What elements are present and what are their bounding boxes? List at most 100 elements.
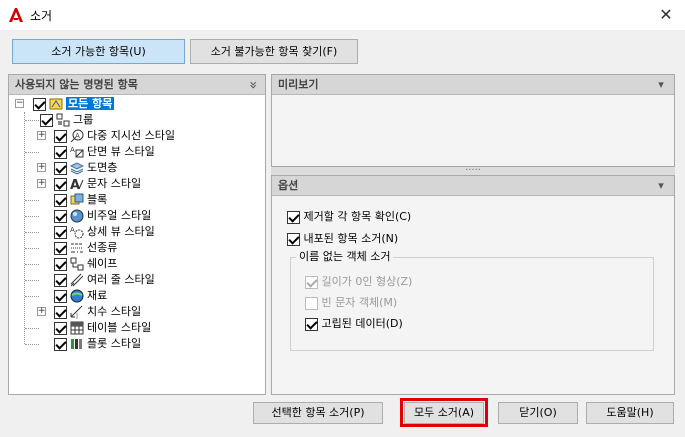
tree-item-label: 선종류 — [87, 241, 118, 254]
tree-item-label: 단면 뷰 스타일 — [87, 145, 155, 158]
expand-icon[interactable]: + — [37, 131, 46, 140]
checkbox[interactable] — [54, 273, 67, 287]
tree-guide-line — [25, 344, 39, 345]
tree-item[interactable]: 그룹 — [40, 112, 93, 128]
options-dropdown-icon[interactable]: ▾ — [654, 177, 668, 195]
confirm-each-label: 제거할 각 항목 확인(C) — [303, 210, 412, 223]
section-view-icon: A — [70, 146, 84, 158]
checkbox[interactable] — [54, 193, 67, 207]
checkbox[interactable] — [54, 305, 67, 319]
tree-item[interactable]: 선종류 — [54, 240, 117, 256]
group-icon — [56, 113, 70, 127]
purge-nested-checkbox[interactable] — [287, 232, 300, 246]
tab-purgeable-items[interactable]: 소거 가능한 항목(U) — [12, 39, 185, 64]
tree-item[interactable]: 재료 — [54, 288, 107, 304]
close-icon[interactable]: ✕ — [652, 3, 680, 27]
tree-item-label: 그룹 — [73, 113, 94, 126]
detail-view-icon: A — [70, 226, 84, 239]
expand-collapse-icon[interactable]: − — [15, 99, 24, 108]
table-style-icon — [70, 321, 84, 335]
tree-guide-line — [25, 328, 39, 329]
collapse-panel-icon[interactable]: » — [244, 76, 262, 94]
tree-item[interactable]: 도면층 — [54, 160, 117, 176]
checkbox[interactable] — [54, 241, 67, 255]
purge-nested-label: 내포된 항목 소거(N) — [303, 232, 399, 245]
window-title: 소거 — [30, 9, 53, 23]
splitter-handle[interactable]: ..... — [271, 163, 675, 175]
zero-length-checkbox[interactable] — [305, 275, 318, 289]
svg-text:|: | — [76, 313, 78, 319]
empty-text-checkbox[interactable] — [305, 296, 318, 310]
help-button[interactable]: 도움말(H) — [586, 402, 674, 424]
expand-icon[interactable]: + — [37, 307, 46, 316]
tab-non-purgeable-items[interactable]: 소거 불가능한 항목 찾기(F) — [190, 39, 358, 64]
checkbox[interactable] — [54, 145, 67, 159]
tree-item[interactable]: 여러 줄 스타일 — [54, 272, 155, 288]
purge-nested-option[interactable]: 내포된 항목 소거(N) — [287, 231, 398, 247]
checkbox[interactable] — [54, 225, 67, 239]
expand-icon[interactable]: + — [37, 179, 46, 188]
tree-item-label: 상세 뷰 스타일 — [87, 225, 155, 238]
checkbox[interactable] — [54, 257, 67, 271]
tree-item[interactable]: A 상세 뷰 스타일 — [54, 224, 155, 240]
purge-checked-button[interactable]: 선택한 항목 소거(P) — [253, 402, 383, 424]
options-header: 옵션 — [272, 176, 674, 196]
tree-guide-line — [25, 120, 39, 121]
dim-style-icon: | — [70, 305, 83, 319]
checkbox[interactable] — [54, 337, 67, 351]
tree-item[interactable]: 쉐이프 — [54, 256, 117, 272]
tree-item[interactable]: A 다중 지시선 스타일 — [54, 128, 175, 144]
orphaned-data-checkbox[interactable] — [305, 317, 318, 331]
checkbox[interactable] — [54, 209, 67, 223]
confirm-each-option[interactable]: 제거할 각 항목 확인(C) — [287, 209, 411, 225]
tree-item[interactable]: 플롯 스타일 — [54, 336, 141, 352]
tree-root-label: 모든 항목 — [66, 97, 115, 110]
tree-root-row[interactable]: 모든 항목 — [33, 96, 115, 112]
checkbox[interactable] — [54, 129, 67, 143]
tree-item-label: 여러 줄 스타일 — [87, 273, 155, 286]
shape-icon — [70, 257, 84, 271]
expand-icon[interactable]: + — [37, 163, 46, 172]
tree-guide-line — [24, 112, 25, 344]
checkbox[interactable] — [40, 113, 53, 127]
title-bar — [0, 0, 685, 30]
tree-guide-line — [25, 296, 39, 297]
tree-guide-line — [25, 152, 39, 153]
tree-item[interactable]: 비주얼 스타일 — [54, 208, 151, 224]
visual-style-icon — [70, 209, 84, 223]
svg-text:A: A — [75, 132, 80, 140]
tree-item[interactable]: 블록 — [54, 192, 107, 208]
preview-header: 미리보기 — [272, 75, 674, 95]
checkbox[interactable] — [54, 161, 67, 175]
tree-item[interactable]: | 치수 스타일 — [54, 304, 141, 320]
tree-item-label: 문자 스타일 — [87, 177, 142, 190]
empty-text-option[interactable]: 빈 문자 객체(M) — [305, 295, 397, 311]
purge-all-button[interactable]: 모두 소거(A) — [404, 402, 484, 424]
confirm-each-checkbox[interactable] — [287, 210, 300, 224]
checkbox[interactable] — [33, 97, 46, 111]
text-style-icon: A — [70, 178, 84, 191]
tree-item-label: 재료 — [87, 289, 108, 302]
unnamed-objects-group-title: 이름 없는 객체 소거 — [296, 250, 394, 264]
tree-item[interactable]: A 문자 스타일 — [54, 176, 141, 192]
close-button[interactable]: 닫기(O) — [498, 402, 578, 424]
orphaned-data-option[interactable]: 고립된 데이터(D) — [305, 316, 403, 332]
autocad-logo-icon — [8, 7, 24, 23]
zero-length-option[interactable]: 길이가 0인 형상(Z) — [305, 274, 412, 290]
plot-style-icon — [71, 339, 82, 349]
checkbox[interactable] — [54, 177, 67, 191]
checkbox[interactable] — [54, 321, 67, 335]
mline-icon — [70, 273, 84, 287]
tree-item-label: 플롯 스타일 — [87, 337, 142, 350]
tree-item-label: 쉐이프 — [87, 257, 118, 270]
checkbox[interactable] — [54, 289, 67, 303]
tree-item[interactable]: A 단면 뷰 스타일 — [54, 144, 155, 160]
tree-guide-line — [25, 280, 39, 281]
tree-item[interactable]: 테이블 스타일 — [54, 320, 151, 336]
tree-guide-line — [25, 232, 39, 233]
mleader-icon: A — [70, 129, 84, 143]
tree-item-label: 블록 — [87, 193, 108, 206]
preview-dropdown-icon[interactable]: ▾ — [654, 76, 668, 94]
tree-item-label: 도면층 — [87, 161, 118, 174]
tree-guide-line — [25, 264, 39, 265]
